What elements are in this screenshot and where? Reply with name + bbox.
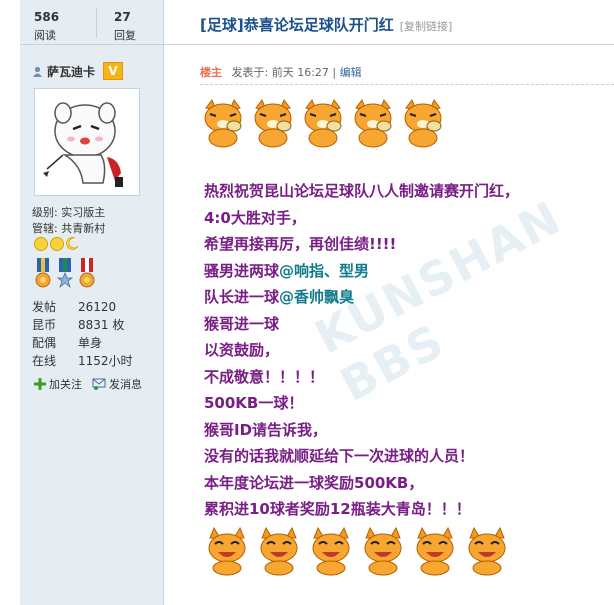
content-text: 骚男进两球 <box>204 261 280 280</box>
follow-button[interactable]: 加关注 <box>34 376 82 392</box>
cat-laughing-emoticon-icon <box>312 526 350 576</box>
copy-link-button[interactable]: [复制链接] <box>400 20 453 33</box>
author-name-link[interactable]: 萨瓦迪卡 <box>47 63 95 80</box>
stats-divider <box>96 8 97 38</box>
profile-key: 昆币 <box>32 318 57 332</box>
follow-label: 加关注 <box>49 378 82 391</box>
send-message-button[interactable]: 发消息 <box>92 376 142 392</box>
sun-rank-icon <box>50 237 64 251</box>
profile-row-spouse: 配偶 单身 <box>32 334 133 352</box>
cat-laughing-emoticon-icon <box>208 526 246 576</box>
medals <box>34 258 96 290</box>
rank-stars <box>34 237 79 251</box>
content-line: 500KB一球！ <box>204 394 304 412</box>
member-profile-list: 发帖 26120 昆币 8831 枚 配偶 单身 在线 1152小时 <box>32 298 133 370</box>
content-line: 队长进一球@香帅飘臭 <box>204 284 519 311</box>
thread-stats: 586 阅读 27 回复 <box>20 0 163 45</box>
views-stat: 586 阅读 <box>34 10 59 43</box>
thread-title-text: [足球]恭喜论坛足球队开门红 <box>200 16 394 34</box>
sun-rank-icon <box>34 237 48 251</box>
content-line: 本年度论坛进一球奖励500KB， <box>204 473 424 492</box>
content-line: 骚男进两球@响指、型男 <box>204 258 519 285</box>
profile-value: 8831 枚 <box>78 318 125 332</box>
plus-icon <box>34 378 46 390</box>
content-line: 累积进10球者奖励12瓶装大青岛！！！ <box>204 500 471 518</box>
cat-eating-emoticon-icon <box>254 98 292 148</box>
verified-badge: V <box>103 62 124 80</box>
member-manage: 管辖: 共青新村 <box>32 222 106 235</box>
profile-value: 1152小时 <box>78 354 133 368</box>
message-label: 发消息 <box>109 378 142 391</box>
author-name-row: 萨瓦迪卡 V <box>32 62 124 80</box>
cat-eating-emoticon-icon <box>304 98 342 148</box>
member-meta: 级别: 实习版主 管辖: 共青新村 <box>32 205 105 237</box>
cat-eating-emoticon-icon <box>204 98 242 148</box>
cat-eating-emoticon-icon <box>404 98 442 148</box>
avatar-character-icon <box>37 91 137 193</box>
content-line: 4:0大胜对手， <box>204 208 306 227</box>
message-icon <box>92 378 106 390</box>
cat-laughing-emoticon-icon <box>468 526 506 576</box>
cat-laughing-emoticon-icon <box>364 526 402 576</box>
views-count: 586 <box>34 10 60 24</box>
post-time: 发表于: 前天 16:27 <box>231 66 329 79</box>
online-user-icon <box>33 66 42 77</box>
profile-key: 在线 <box>32 354 57 368</box>
emoticon-row-bottom <box>204 526 510 576</box>
content-line: 猴哥进一球 <box>204 314 280 333</box>
author-sidebar: 586 阅读 27 回复 萨瓦迪卡 V 级别: 实习版主 管辖: 共青新村 发帖… <box>20 0 164 605</box>
profile-value: 单身 <box>78 336 103 350</box>
replies-stat: 27 回复 <box>114 10 136 43</box>
replies-count: 27 <box>114 10 131 24</box>
profile-row-online: 在线 1152小时 <box>32 352 133 370</box>
moon-rank-icon <box>66 237 79 250</box>
medal-icon[interactable] <box>78 258 96 290</box>
cat-eating-emoticon-icon <box>354 98 392 148</box>
content-line: 不成敬意！！！！ <box>204 367 325 386</box>
content-text: 队长进一球 <box>204 288 280 306</box>
owner-tag: 楼主 <box>200 66 222 79</box>
content-line: 以资鼓励， <box>204 341 280 359</box>
cat-laughing-emoticon-icon <box>416 526 454 576</box>
profile-value: 26120 <box>78 300 117 314</box>
post-meta: 楼主 发表于: 前天 16:27 | 编辑 <box>200 64 362 80</box>
emoticon-row-top <box>200 98 446 148</box>
edit-link[interactable]: 编辑 <box>340 66 362 79</box>
avatar[interactable] <box>34 88 140 196</box>
medal-icon[interactable] <box>34 258 52 290</box>
content-line: 热烈祝贺昆山论坛足球队八人制邀请赛开门红， <box>204 182 520 200</box>
profile-row-coins: 昆币 8831 枚 <box>32 316 133 334</box>
meta-separator: | <box>328 66 340 79</box>
thread-title: [足球]恭喜论坛足球队开门红 [复制链接] <box>200 14 452 35</box>
mention-link[interactable]: @响指、型男 <box>279 262 369 280</box>
content-line: 猴哥ID请告诉我， <box>204 420 328 439</box>
replies-label: 回复 <box>114 29 136 42</box>
content-line: 没有的话我就顺延给下一次进球的人员！ <box>204 447 475 465</box>
cat-laughing-emoticon-icon <box>260 526 298 576</box>
profile-row-posts: 发帖 26120 <box>32 298 133 316</box>
profile-key: 配偶 <box>32 336 57 350</box>
views-label: 阅读 <box>34 29 56 42</box>
meta-divider <box>200 84 614 85</box>
member-level: 级别: 实习版主 <box>32 206 106 219</box>
author-actions: 加关注 发消息 <box>34 376 142 392</box>
post-content: 热烈祝贺昆山论坛足球队八人制邀请赛开门红， 4:0大胜对手， 希望再接再厉，再创… <box>204 178 519 523</box>
profile-key: 发帖 <box>32 300 57 314</box>
post-main: [足球]恭喜论坛足球队开门红 [复制链接] 楼主 发表于: 前天 16:27 | … <box>164 0 614 605</box>
thread-title-bar: [足球]恭喜论坛足球队开门红 [复制链接] <box>164 0 614 45</box>
content-line: 希望再接再厉，再创佳绩!!!! <box>204 235 397 253</box>
medal-icon[interactable] <box>56 258 74 290</box>
mention-link[interactable]: @香帅飘臭 <box>279 288 354 306</box>
